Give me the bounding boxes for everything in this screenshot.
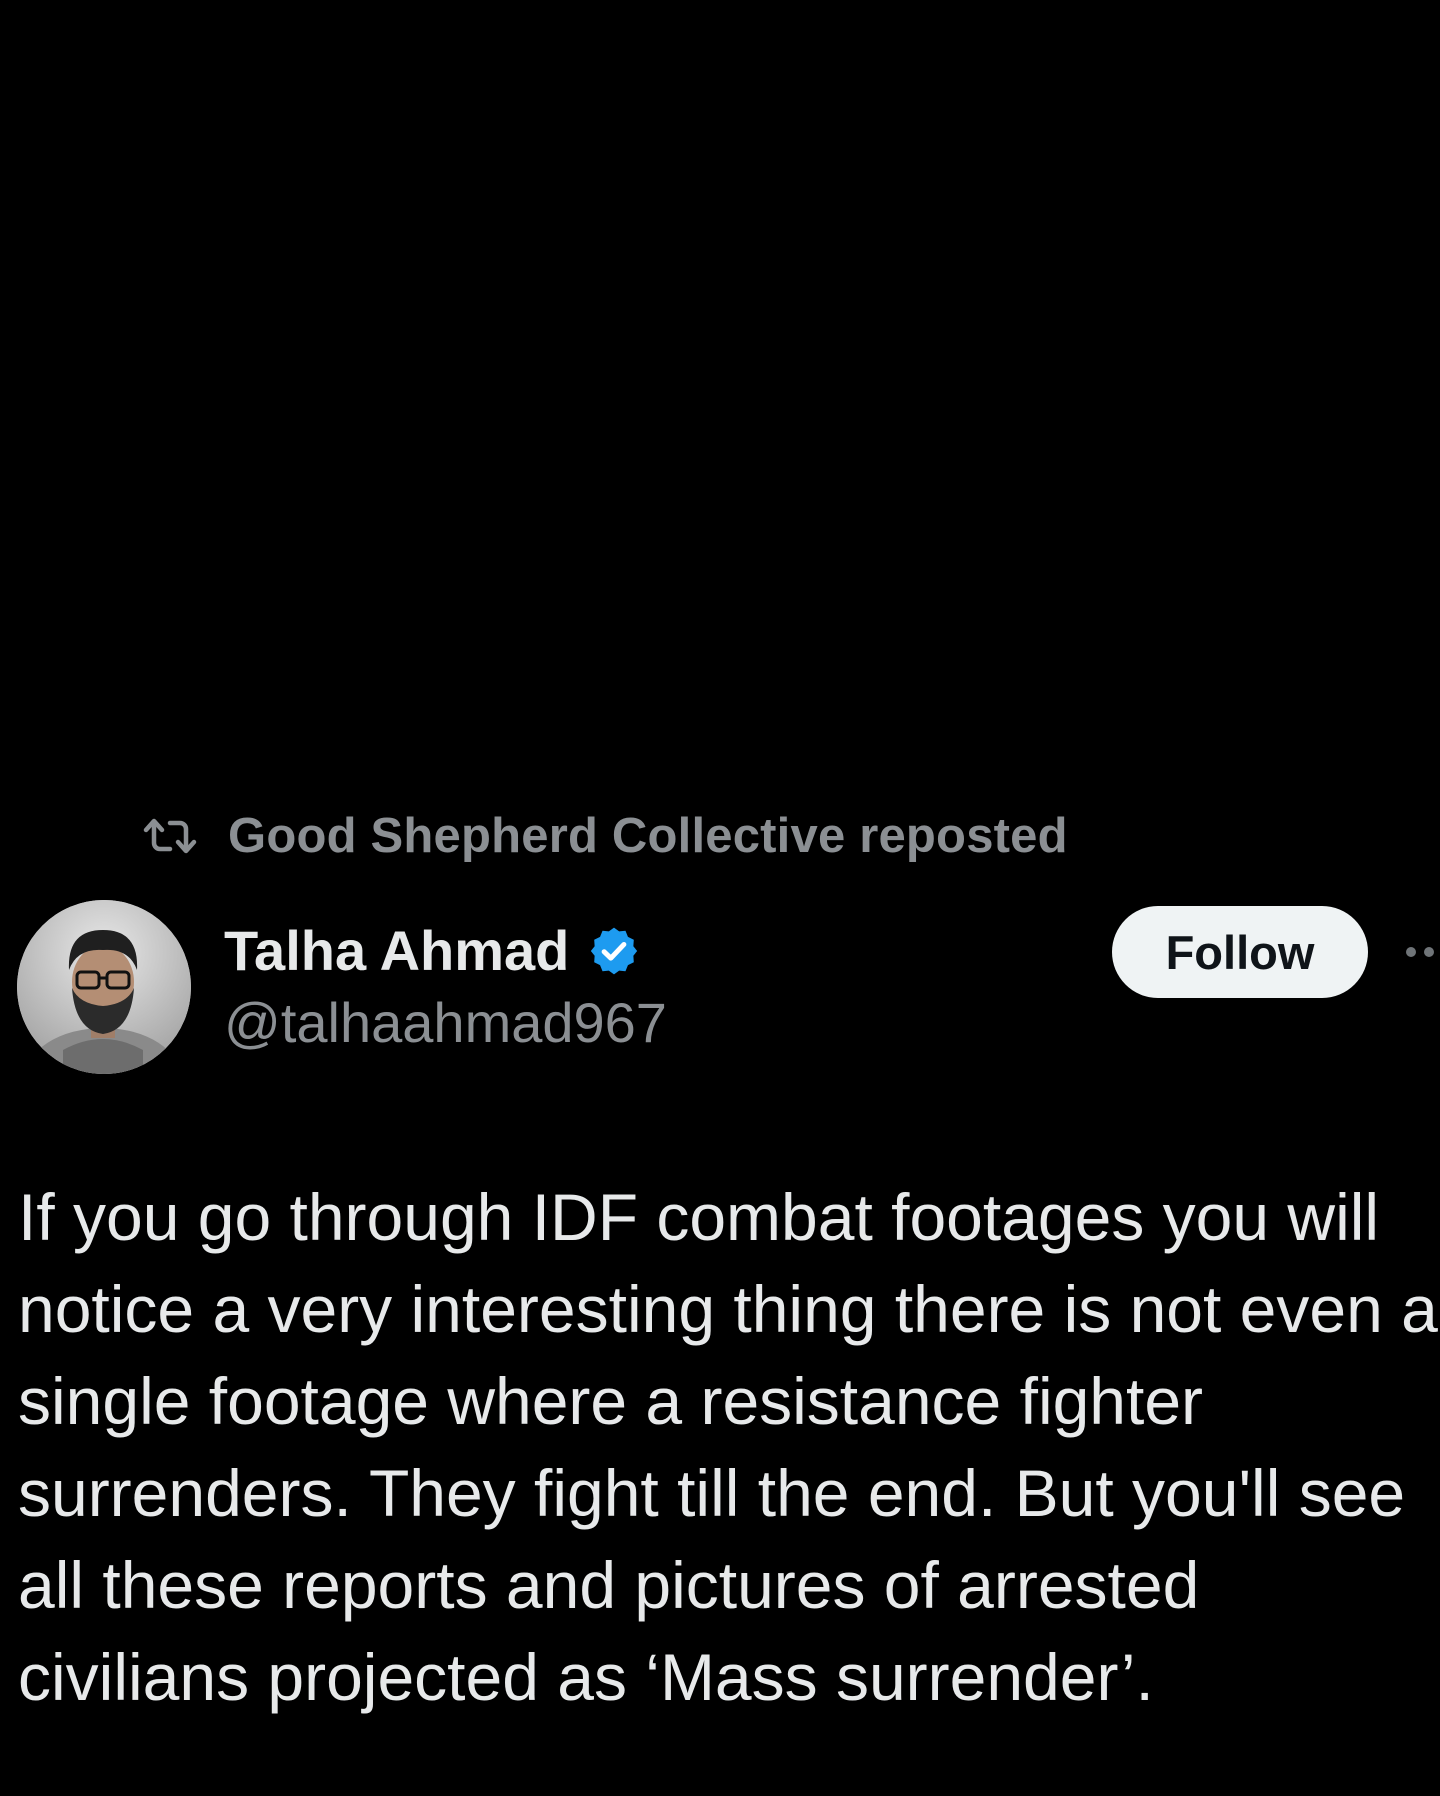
- tweet-line: all these reports and pictures of arrest…: [18, 1548, 1200, 1622]
- display-name[interactable]: Talha Ahmad: [224, 918, 569, 983]
- tweet-line: civilians projected as ‘Mass surrender’.: [18, 1640, 1154, 1714]
- more-options-icon[interactable]: [1406, 940, 1440, 964]
- avatar-image: [17, 900, 191, 1074]
- author-handle[interactable]: @talhaahmad967: [224, 990, 667, 1055]
- follow-button[interactable]: Follow: [1112, 906, 1368, 998]
- more-dot: [1406, 947, 1416, 957]
- repost-indicator[interactable]: Good Shepherd Collective reposted: [138, 808, 1068, 864]
- verified-badge-icon: [587, 924, 641, 978]
- tweet-line: single footage where a resistance fighte…: [18, 1364, 1204, 1438]
- tweet-line: notice a very interesting thing there is…: [18, 1272, 1438, 1346]
- repost-text: Good Shepherd Collective reposted: [228, 809, 1068, 863]
- more-dot: [1424, 947, 1434, 957]
- tweet-line: If you go through IDF combat footages yo…: [18, 1180, 1380, 1254]
- tweet-line: surrenders. They fight till the end. But…: [18, 1456, 1406, 1530]
- repost-icon: [138, 816, 202, 856]
- avatar[interactable]: [17, 900, 191, 1074]
- tweet-text: If you go through IDF combat footages yo…: [18, 1171, 1440, 1723]
- author-name-row[interactable]: Talha Ahmad: [224, 918, 641, 983]
